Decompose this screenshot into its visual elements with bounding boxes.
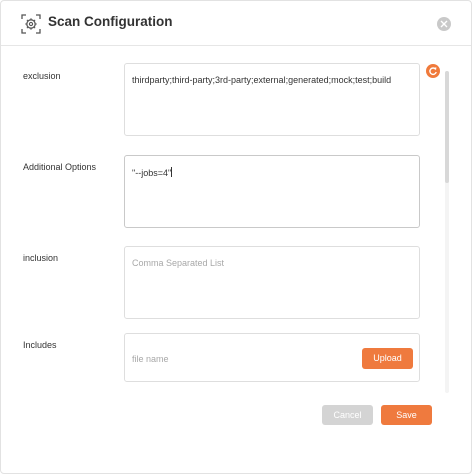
exclusion-value: thirdparty;third-party;3rd-party;externa… bbox=[132, 75, 392, 85]
additional-options-value: "--jobs=4" bbox=[132, 168, 172, 178]
inclusion-label: inclusion bbox=[23, 253, 59, 263]
file-upload-box: file name Upload bbox=[124, 333, 420, 382]
exclusion-field[interactable]: thirdparty;third-party;3rd-party;externa… bbox=[124, 63, 420, 136]
inclusion-placeholder: Comma Separated List bbox=[132, 258, 225, 268]
includes-label: Includes bbox=[23, 340, 57, 350]
scan-configuration-dialog: Scan Configuration exclusion thirdparty;… bbox=[0, 0, 472, 474]
inclusion-field[interactable]: Comma Separated List bbox=[124, 246, 420, 319]
scan-settings-icon bbox=[20, 13, 42, 35]
additional-options-label: Additional Options bbox=[23, 162, 97, 172]
text-caret bbox=[171, 167, 173, 177]
save-button[interactable]: Save bbox=[381, 405, 432, 425]
cancel-button[interactable]: Cancel bbox=[322, 405, 373, 425]
file-name-input[interactable]: file name bbox=[132, 354, 169, 364]
close-icon[interactable] bbox=[437, 17, 451, 31]
additional-options-field[interactable]: "--jobs=4" bbox=[124, 155, 420, 228]
exclusion-label: exclusion bbox=[23, 71, 61, 81]
dialog-header: Scan Configuration bbox=[1, 1, 471, 46]
upload-button[interactable]: Upload bbox=[362, 348, 413, 369]
reset-icon[interactable] bbox=[426, 64, 440, 78]
dialog-title: Scan Configuration bbox=[48, 14, 173, 29]
scrollbar-thumb[interactable] bbox=[445, 71, 449, 183]
